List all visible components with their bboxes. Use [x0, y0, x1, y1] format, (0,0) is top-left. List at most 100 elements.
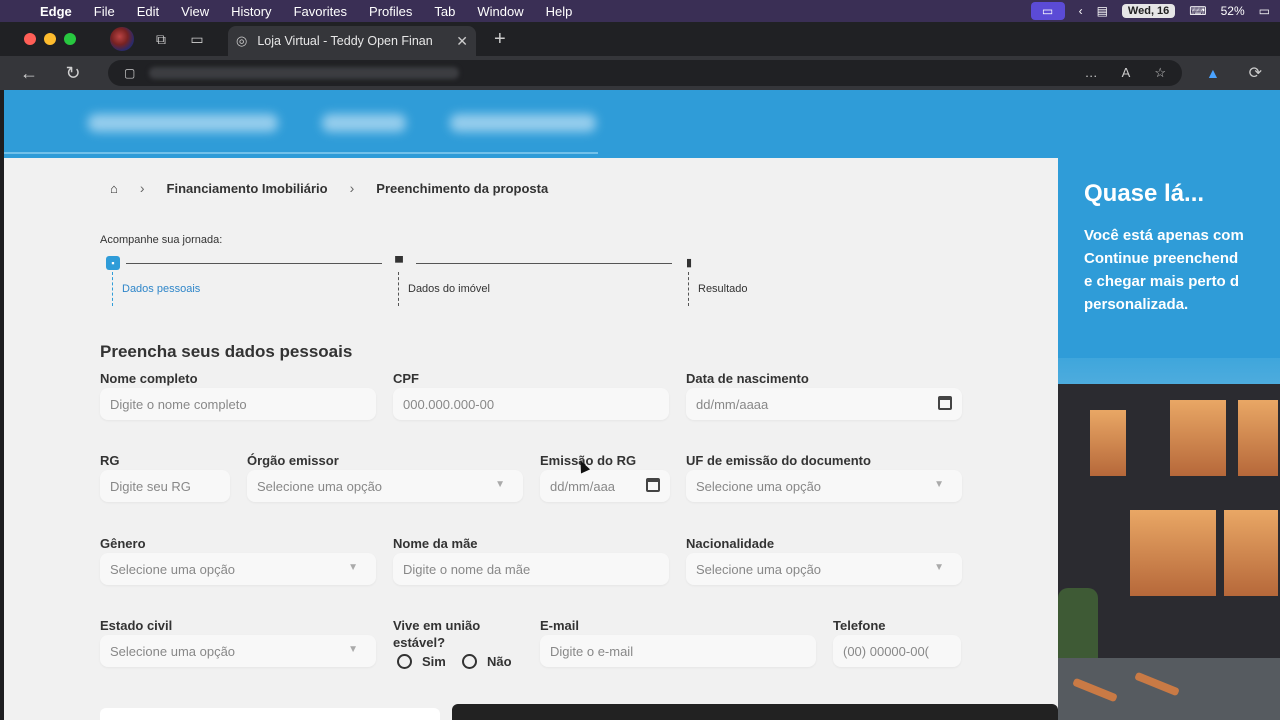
minimize-window-button[interactable]: [44, 33, 56, 45]
calendar-icon[interactable]: [646, 478, 660, 492]
house-window: [1168, 398, 1228, 478]
screen-mirroring-icon[interactable]: ▭: [1030, 2, 1065, 20]
orgao-emissor-placeholder: Selecione uma opção: [257, 478, 383, 494]
calendar-icon[interactable]: [938, 396, 952, 410]
menu-tab[interactable]: Tab: [434, 4, 455, 19]
house-window: [1222, 508, 1280, 598]
tab-actions-icon[interactable]: ▭: [188, 31, 206, 48]
step-connector: [416, 263, 672, 264]
chevron-down-icon: ▼: [934, 479, 944, 490]
nome-completo-input[interactable]: Digite o nome completo: [100, 388, 376, 420]
breadcrumb-item-proposta: Preenchimento da proposta: [376, 180, 549, 196]
orgao-emissor-select[interactable]: Selecione uma opção ▼: [247, 470, 523, 502]
label-mae: Nome da mãe: [393, 536, 478, 551]
label-nome: Nome completo: [100, 371, 198, 386]
label-orgao: Órgão emissor: [247, 453, 339, 468]
uf-emissao-placeholder: Selecione uma opção: [696, 478, 822, 494]
menu-window[interactable]: Window: [477, 4, 523, 19]
window-controls: [24, 33, 76, 45]
rg-input[interactable]: Digite seu RG: [100, 470, 230, 502]
more-dots[interactable]: …: [1085, 65, 1098, 81]
nav-link-blurred[interactable]: [450, 114, 596, 132]
date-display[interactable]: Wed, 16: [1121, 4, 1176, 18]
step-resultado[interactable]: Resultado: [688, 272, 748, 306]
house-illustration: [1058, 358, 1280, 720]
clipboard-icon[interactable]: ▤: [1097, 4, 1108, 18]
menu-favorites[interactable]: Favorites: [294, 4, 347, 19]
radio-circle[interactable]: [397, 654, 412, 669]
breadcrumb-item-financiamento[interactable]: Financiamento Imobiliário: [167, 181, 328, 196]
close-tab-icon[interactable]: ✕: [456, 33, 468, 50]
chevron-down-icon: ▼: [934, 562, 944, 573]
promo-line: e chegar mais perto d: [1084, 273, 1240, 290]
menu-app-name[interactable]: Edge: [40, 4, 72, 19]
keyboard-icon[interactable]: ⌨: [1189, 4, 1206, 18]
radio-sim-label: Sim: [422, 654, 446, 669]
chevron-down-icon: ▼: [495, 479, 505, 490]
sync-icon[interactable]: ⟳: [1249, 63, 1262, 83]
label-telefone: Telefone: [833, 618, 886, 633]
refresh-icon[interactable]: ↻: [58, 63, 88, 84]
estado-civil-select[interactable]: Selecione uma opção ▼: [100, 635, 376, 667]
step-connector: [126, 263, 382, 264]
genero-select[interactable]: Selecione uma opção ▼: [100, 553, 376, 585]
data-nascimento-input[interactable]: dd/mm/aaaa: [686, 388, 962, 420]
menu-file[interactable]: File: [94, 4, 115, 19]
header-divider: [4, 152, 598, 154]
browser-tab-active[interactable]: ◎ Loja Virtual - Teddy Open Finan ✕: [228, 26, 476, 56]
cpf-input[interactable]: 000.000.000-00: [393, 388, 669, 420]
label-genero: Gênero: [100, 536, 146, 551]
new-tab-button[interactable]: +: [494, 28, 506, 51]
chevron-right-icon: ›: [349, 180, 355, 196]
label-uf: UF de emissão do documento: [686, 453, 871, 468]
browser-tab-strip: ⧉ ▭ ◎ Loja Virtual - Teddy Open Finan ✕ …: [0, 22, 1280, 56]
nacionalidade-placeholder: Selecione uma opção: [696, 561, 822, 577]
home-icon[interactable]: ⌂: [110, 181, 118, 196]
step-dados-imovel[interactable]: Dados do imóvel: [398, 272, 490, 306]
close-window-button[interactable]: [24, 33, 36, 45]
back-arrow-icon[interactable]: ←: [14, 63, 44, 84]
menu-view[interactable]: View: [181, 4, 209, 19]
house-window: [1088, 408, 1128, 478]
genero-placeholder: Selecione uma opção: [110, 561, 236, 577]
menu-history[interactable]: History: [231, 4, 271, 19]
address-bar[interactable]: ▢ … A ☆: [108, 60, 1182, 86]
telefone-input[interactable]: (00) 00000-00(: [833, 635, 961, 667]
house-trees: [1058, 588, 1098, 668]
radio-sim[interactable]: Sim: [397, 654, 446, 669]
menu-edit[interactable]: Edit: [137, 4, 159, 19]
tab-title: Loja Virtual - Teddy Open Finan: [257, 34, 433, 48]
house-window: [1236, 398, 1280, 478]
car-icon: ▀: [395, 257, 403, 269]
battery-icon[interactable]: ▭: [1259, 4, 1270, 18]
promo-text: Você está apenas com Continue preenchend…: [1084, 224, 1244, 316]
workspaces-icon[interactable]: ⧉: [152, 31, 170, 48]
form-area: ⌂ › Financiamento Imobiliário › Preenchi…: [4, 158, 1058, 720]
menu-profiles[interactable]: Profiles: [369, 4, 412, 19]
zoom-window-button[interactable]: [64, 33, 76, 45]
uf-emissao-select[interactable]: Selecione uma opção ▼: [686, 470, 962, 502]
read-aloud-icon[interactable]: A: [1122, 65, 1131, 81]
emissao-rg-input[interactable]: dd/mm/aaa: [540, 470, 670, 502]
battery-percent[interactable]: 52%: [1221, 4, 1245, 18]
radio-nao[interactable]: Não: [462, 654, 512, 669]
radio-circle[interactable]: [462, 654, 477, 669]
data-nascimento-placeholder: dd/mm/aaaa: [696, 396, 769, 412]
journey-stepper: ▪ ▀ ▮ Dados pessoais Dados do imóvel Res…: [100, 256, 748, 316]
label-estado-civil: Estado civil: [100, 618, 173, 633]
chevron-left-icon[interactable]: ‹: [1079, 4, 1083, 18]
site-logo-blurred[interactable]: [88, 114, 278, 132]
extension-icon[interactable]: ▲: [1206, 65, 1220, 81]
nacionalidade-select[interactable]: Selecione uma opção ▼: [686, 553, 962, 585]
menu-help[interactable]: Help: [546, 4, 573, 19]
bottom-card-edge: [100, 708, 440, 720]
chevron-right-icon: ›: [139, 180, 145, 196]
nome-mae-input[interactable]: Digite o nome da mãe: [393, 553, 669, 585]
lock-icon[interactable]: ▢: [124, 66, 135, 80]
step-dados-pessoais[interactable]: Dados pessoais: [112, 272, 200, 306]
profile-avatar[interactable]: [110, 27, 134, 51]
email-input[interactable]: Digite o e-mail: [540, 635, 816, 667]
nav-link-blurred[interactable]: [322, 114, 406, 132]
id-card-icon: ▪: [106, 256, 120, 270]
favorite-star-icon[interactable]: ☆: [1154, 65, 1166, 81]
